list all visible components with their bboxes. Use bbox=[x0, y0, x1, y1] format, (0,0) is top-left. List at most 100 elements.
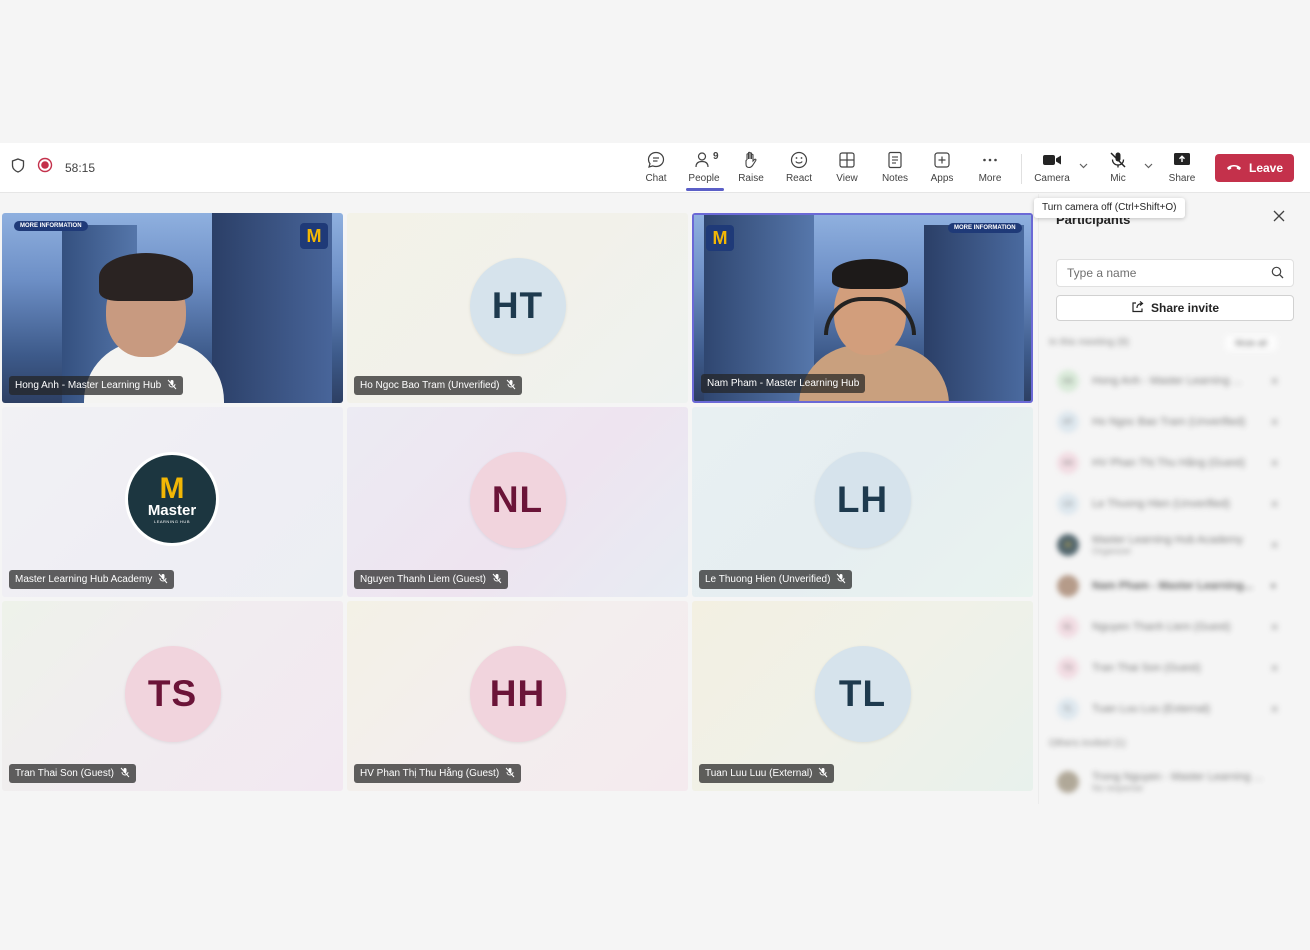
notes-button[interactable]: Notes bbox=[871, 149, 919, 189]
avatar: HA bbox=[1057, 370, 1079, 392]
participant-row-name: Nguyen Thanh Liem (Guest) bbox=[1092, 621, 1231, 633]
share-screen-icon bbox=[1172, 149, 1192, 171]
view-button[interactable]: View bbox=[823, 149, 871, 189]
view-label: View bbox=[836, 173, 858, 184]
leave-button[interactable]: Leave bbox=[1215, 154, 1294, 182]
mic-off-icon: ✕ bbox=[1270, 621, 1280, 634]
participant-nametag: Hong Anh - Master Learning Hub bbox=[9, 376, 184, 395]
mic-off-icon: ✕ bbox=[1270, 375, 1280, 388]
hand-icon bbox=[741, 149, 761, 171]
person-hair bbox=[99, 253, 193, 301]
avatar: M bbox=[1057, 534, 1079, 556]
participant-row-name: Tuan Luu Luu (External) bbox=[1092, 703, 1211, 715]
video-tile-nam-pham[interactable]: MORE INFORMATION M Nam Pham - Master Lea… bbox=[692, 213, 1033, 403]
mic-on-icon: ● bbox=[1270, 580, 1277, 592]
people-button[interactable]: 9 People bbox=[680, 149, 728, 189]
mic-off-icon bbox=[167, 379, 177, 393]
avatar: NL bbox=[1057, 616, 1079, 638]
participant-row[interactable]: HA Hong Anh - Master Learning ... ✕ bbox=[1057, 366, 1297, 396]
participant-row[interactable]: HT Ho Ngoc Bao Tram (Unverified) ✕ bbox=[1057, 407, 1297, 437]
participant-row[interactable]: TS Tran Thai Son (Guest) ✕ bbox=[1057, 653, 1297, 683]
raise-hand-button[interactable]: Raise bbox=[727, 149, 775, 189]
mic-off-icon: ✕ bbox=[1270, 416, 1280, 429]
grid-icon bbox=[837, 149, 857, 171]
logo-text: Master bbox=[147, 501, 197, 519]
mic-off-icon: ✕ bbox=[1270, 498, 1280, 511]
people-label: People bbox=[688, 173, 720, 184]
master-logo-icon: M bbox=[706, 225, 734, 251]
chat-button[interactable]: Chat bbox=[632, 149, 680, 189]
chat-label: Chat bbox=[645, 173, 667, 184]
camera-options-chevron-icon[interactable] bbox=[1078, 160, 1089, 174]
in-meeting-section-header[interactable]: In this meeting (9) bbox=[1049, 337, 1129, 348]
share-invite-button[interactable]: Share invite bbox=[1056, 295, 1294, 321]
apps-button[interactable]: Apps bbox=[918, 149, 966, 189]
smiley-icon bbox=[789, 149, 809, 171]
close-icon[interactable] bbox=[1272, 209, 1286, 228]
participant-row[interactable]: HH HV Phan Thị Thu Hằng (Guest) ✕ bbox=[1057, 448, 1297, 478]
participant-name: Nam Pham - Master Learning Hub bbox=[707, 378, 860, 389]
react-label: React bbox=[785, 173, 813, 184]
participant-tile[interactable]: NL Nguyen Thanh Liem (Guest) bbox=[347, 407, 688, 597]
avatar: NL bbox=[469, 452, 566, 548]
participant-row[interactable]: NL Nguyen Thanh Liem (Guest) ✕ bbox=[1057, 612, 1297, 642]
participant-row-text: Master Learning Hub Academy Organizer bbox=[1092, 534, 1260, 556]
invited-row[interactable]: Trong Nguyen - Master Learning ... No re… bbox=[1057, 767, 1297, 797]
participant-tile[interactable]: TS Tran Thai Son (Guest) bbox=[2, 601, 343, 791]
participant-nametag: Le Thuong Hien (Unverified) bbox=[699, 570, 853, 589]
more-button[interactable]: More bbox=[966, 149, 1014, 189]
participant-name: Ho Ngoc Bao Tram (Unverified) bbox=[360, 380, 500, 391]
participant-name: Tran Thai Son (Guest) bbox=[15, 768, 114, 779]
camera-icon bbox=[1041, 149, 1063, 171]
participant-tile[interactable]: TL Tuan Luu Luu (External) bbox=[692, 601, 1033, 791]
master-logo-icon: M bbox=[300, 223, 328, 249]
participant-tile[interactable]: M Master LEARNING HUB Master Learning Hu… bbox=[2, 407, 343, 597]
mic-off-icon bbox=[836, 573, 846, 587]
mute-all-button[interactable]: Mute all bbox=[1225, 335, 1277, 351]
avatar: HH bbox=[1057, 452, 1079, 474]
participant-search-input[interactable] bbox=[1056, 259, 1294, 287]
participant-row[interactable]: Nam Pham - Master Learning... ● bbox=[1057, 571, 1297, 601]
people-count: 9 bbox=[713, 151, 719, 162]
more-information-badge: MORE INFORMATION bbox=[14, 221, 88, 231]
participant-row-name: Hong Anh - Master Learning ... bbox=[1092, 375, 1242, 387]
share-button[interactable]: Share bbox=[1158, 149, 1206, 189]
person-hair bbox=[832, 259, 908, 289]
avatar bbox=[1057, 575, 1079, 597]
participant-nametag: Nam Pham - Master Learning Hub bbox=[701, 374, 866, 393]
participant-nametag: HV Phan Thị Thu Hằng (Guest) bbox=[354, 764, 522, 783]
participant-nametag: Ho Ngoc Bao Tram (Unverified) bbox=[354, 376, 522, 395]
avatar: TS bbox=[124, 646, 221, 742]
chat-icon bbox=[646, 149, 666, 171]
participant-row[interactable]: M Master Learning Hub Academy Organizer … bbox=[1057, 530, 1297, 560]
participant-tile[interactable]: HH HV Phan Thị Thu Hằng (Guest) bbox=[347, 601, 688, 791]
meeting-timer: 58:15 bbox=[65, 160, 96, 175]
video-tile-hong-anh[interactable]: MORE INFORMATION M Hong Anh - Master Lea… bbox=[2, 213, 343, 403]
participant-nametag: Tran Thai Son (Guest) bbox=[9, 764, 136, 783]
invited-row-text: Trong Nguyen - Master Learning ... No re… bbox=[1092, 771, 1282, 793]
participant-row-name: Nam Pham - Master Learning... bbox=[1092, 580, 1253, 592]
camera-button[interactable]: Camera bbox=[1028, 149, 1076, 189]
toolbar-divider bbox=[1021, 154, 1022, 184]
participant-name: Hong Anh - Master Learning Hub bbox=[15, 380, 162, 391]
participant-row[interactable]: TL Tuan Luu Luu (External) ✕ bbox=[1057, 694, 1297, 724]
share-invite-label: Share invite bbox=[1150, 301, 1220, 315]
mic-off-icon bbox=[506, 379, 516, 393]
avatar: TL bbox=[814, 646, 911, 742]
notes-label: Notes bbox=[881, 173, 909, 184]
mic-off-icon: ✕ bbox=[1270, 662, 1280, 675]
others-invited-section-header[interactable]: Others invited (1) bbox=[1049, 738, 1126, 749]
mic-off-icon: ✕ bbox=[1270, 539, 1280, 552]
participant-tile[interactable]: HT Ho Ngoc Bao Tram (Unverified) bbox=[347, 213, 688, 403]
participant-row-name: Ho Ngoc Bao Tram (Unverified) bbox=[1092, 416, 1246, 428]
participant-row-name: HV Phan Thị Thu Hằng (Guest) bbox=[1092, 457, 1246, 469]
mic-button[interactable]: Mic bbox=[1094, 149, 1142, 189]
participant-tile[interactable]: LH Le Thuong Hien (Unverified) bbox=[692, 407, 1033, 597]
more-dots-icon bbox=[980, 149, 1000, 171]
avatar: LH bbox=[814, 452, 911, 548]
recording-icon bbox=[37, 157, 53, 178]
participant-row[interactable]: LH Le Thuong Hien (Unverified) ✕ bbox=[1057, 489, 1297, 519]
react-button[interactable]: React bbox=[775, 149, 823, 189]
mic-options-chevron-icon[interactable] bbox=[1143, 160, 1154, 174]
people-icon: 9 bbox=[694, 149, 719, 171]
